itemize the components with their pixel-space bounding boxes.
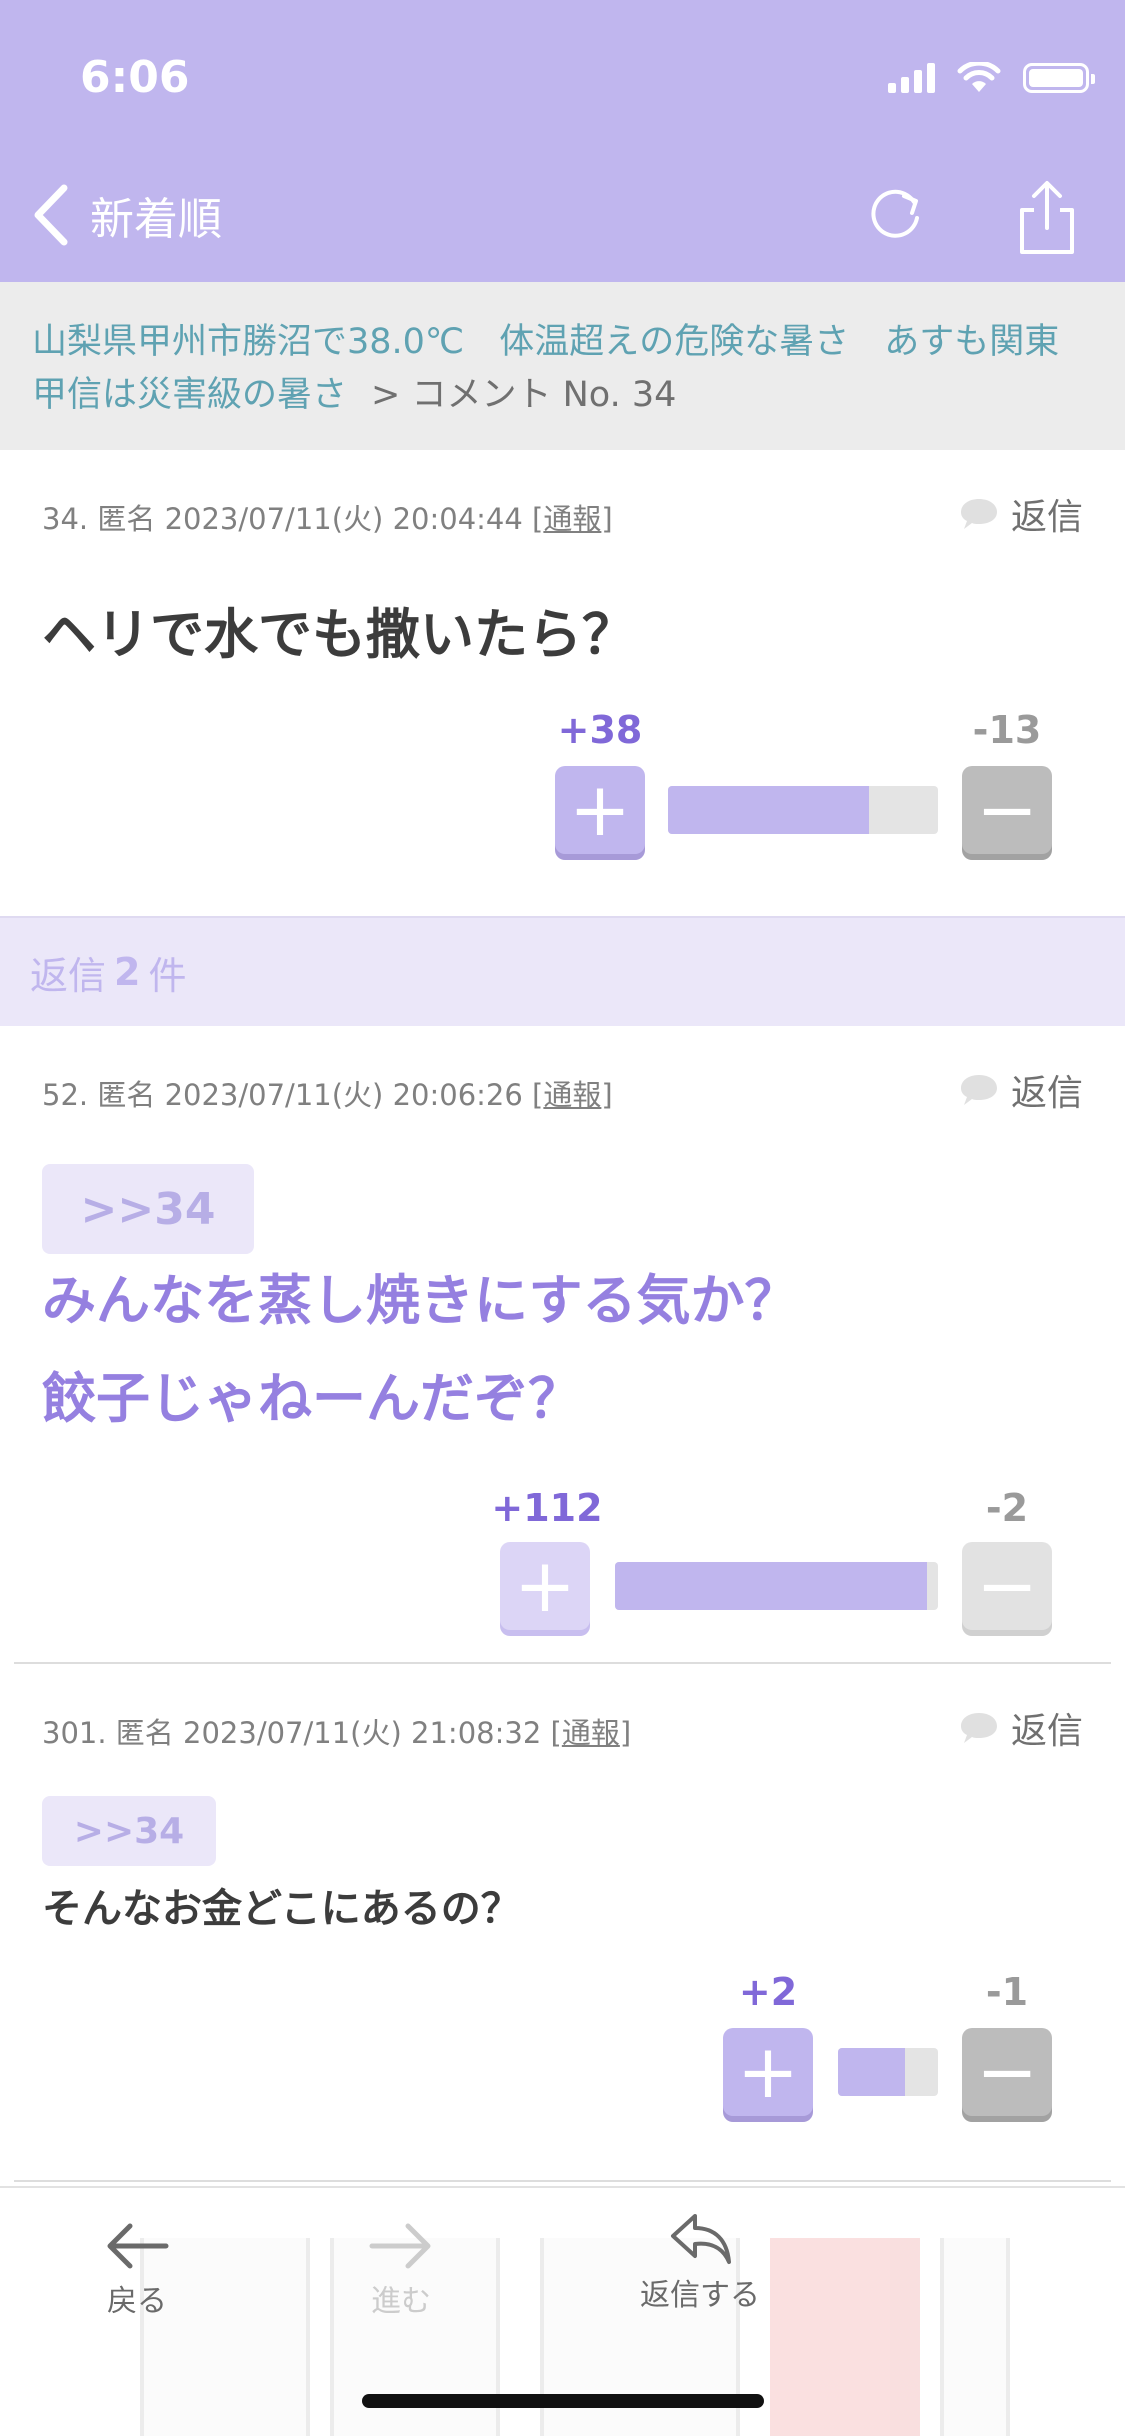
plus-count: +38 [557, 708, 643, 752]
arrow-left-icon [107, 2223, 169, 2269]
toolbar-forward-label: 進む [371, 2284, 431, 2319]
status-time: 6:06 [80, 52, 190, 103]
report-bracket-close: ] [601, 1078, 613, 1112]
anchor-link[interactable]: >>34 [42, 1164, 254, 1254]
replies-count: 2 [114, 950, 141, 994]
toolbar-back-label: 戻る [107, 2284, 167, 2319]
minus-count: -1 [985, 1970, 1029, 2014]
report-link[interactable]: 通報 [543, 1078, 601, 1112]
report-bracket-open: [ [550, 1716, 562, 1750]
minus-vote-button[interactable]: − [962, 2028, 1052, 2116]
plus-vote-button[interactable]: + [723, 2028, 813, 2116]
replies-suffix: 件 [148, 953, 187, 998]
plus-count: +2 [738, 1970, 798, 2014]
report-link[interactable]: 通報 [562, 1716, 620, 1750]
chevron-left-icon [34, 184, 68, 246]
vote-ratio-fill [838, 2048, 905, 2096]
comment-meta: 34. 匿名 2023/07/11(火) 20:04:44 [通報] [42, 496, 613, 538]
top-bar: 6:06 新着順 [0, 0, 1125, 282]
minus-icon: − [975, 767, 1038, 853]
plus-count: +112 [491, 1486, 603, 1530]
reply-button[interactable]: 返信 [959, 1702, 1083, 1754]
vote-ratio-bar [668, 786, 938, 834]
comment-number: 52. [42, 1078, 89, 1112]
reply-arrow-icon [671, 2214, 731, 2264]
reply-comment: 52. 匿名 2023/07/11(火) 20:06:26 [通報] 返信 >>… [0, 1026, 1125, 1662]
plus-icon: + [568, 767, 631, 853]
reply-button[interactable]: 返信 [959, 1064, 1083, 1116]
wifi-icon [957, 62, 1001, 92]
comment-meta: 52. 匿名 2023/07/11(火) 20:06:26 [通報] [42, 1072, 613, 1114]
status-icons [888, 62, 1095, 94]
speech-bubble-icon [960, 499, 997, 529]
comment-datetime: 2023/07/11(火) 21:08:32 [183, 1716, 542, 1750]
comment-author: 匿名 [97, 1078, 156, 1112]
anchor-link[interactable]: >>34 [42, 1796, 216, 1866]
back-nav-label: 新着順 [90, 194, 222, 245]
comment-author: 匿名 [115, 1716, 174, 1750]
minus-count: -13 [972, 708, 1042, 752]
minus-count: -2 [985, 1486, 1029, 1530]
comment-body-line-1: みんなを蒸し焼きにする気か？ [42, 1269, 799, 1332]
cellular-signal-icon [888, 63, 935, 93]
toolbar-reply-button[interactable]: 返信する [640, 2210, 760, 2314]
plus-vote-button[interactable]: + [555, 766, 645, 854]
toolbar-back-button[interactable]: 戻る [102, 2216, 172, 2320]
comment-number: 301. [42, 1716, 107, 1750]
breadcrumb-current: コメント No. 34 [411, 375, 677, 415]
vote-ratio-bar [615, 1562, 938, 1610]
minus-icon: − [975, 2029, 1038, 2115]
vote-ratio-fill [668, 786, 870, 834]
report-link[interactable]: 通報 [543, 502, 601, 536]
comment-body: そんなお金どこにあるの？ [42, 1886, 521, 1932]
main-comment: 34. 匿名 2023/07/11(火) 20:04:44 [通報] 返信 ヘリ… [0, 450, 1125, 916]
report-bracket-open: [ [532, 1078, 544, 1112]
reload-icon[interactable] [862, 180, 928, 250]
plus-icon: + [736, 2029, 799, 2115]
breadcrumb: 山梨県甲州市勝沼で38.0℃ 体温超えの危険な暑さ あすも関東甲信は災害級の暑さ… [0, 282, 1125, 450]
battery-icon [1023, 63, 1095, 93]
vote-ratio-bar [838, 2048, 938, 2096]
minus-icon: − [975, 1543, 1038, 1629]
reply-button[interactable]: 返信 [959, 488, 1083, 540]
comment-meta: 301. 匿名 2023/07/11(火) 21:08:32 [通報] [42, 1710, 631, 1752]
speech-bubble-icon [960, 1713, 997, 1743]
plus-vote-button[interactable]: + [500, 1542, 590, 1630]
arrow-right-icon [369, 2223, 431, 2269]
replies-count-header: 返信 2 件 [0, 916, 1125, 1026]
reply-label: 返信 [1010, 497, 1083, 538]
reply-comment: 301. 匿名 2023/07/11(火) 21:08:32 [通報] 返信 >… [0, 1664, 1125, 2184]
minus-vote-button[interactable]: − [962, 766, 1052, 854]
breadcrumb-separator: > [371, 375, 401, 415]
vote-ratio-fill [615, 1562, 927, 1610]
toolbar-forward-button[interactable]: 進む [366, 2216, 436, 2320]
comment-number: 34. [42, 502, 89, 536]
comment-author: 匿名 [97, 502, 156, 536]
replies-prefix: 返信 [30, 953, 107, 998]
report-bracket-close: ] [619, 1716, 632, 1750]
share-icon[interactable] [1012, 178, 1082, 258]
divider [14, 2180, 1111, 2182]
comment-body: ヘリで水でも撒いたら？ [42, 603, 636, 666]
comment-datetime: 2023/07/11(火) 20:06:26 [164, 1078, 523, 1112]
toolbar-reply-label: 返信する [640, 2278, 760, 2313]
reply-label: 返信 [1010, 1073, 1083, 1114]
report-bracket-open: [ [532, 502, 544, 536]
reply-label: 返信 [1010, 1711, 1083, 1752]
speech-bubble-icon [960, 1075, 997, 1105]
home-indicator [362, 2394, 764, 2408]
comment-datetime: 2023/07/11(火) 20:04:44 [164, 502, 523, 536]
plus-icon: + [513, 1543, 576, 1629]
minus-vote-button[interactable]: − [962, 1542, 1052, 1630]
comment-body-line-2: 餃子じゃねーんだぞ？ [42, 1367, 582, 1430]
back-nav-button[interactable]: 新着順 [24, 180, 222, 250]
report-bracket-close: ] [601, 502, 613, 536]
